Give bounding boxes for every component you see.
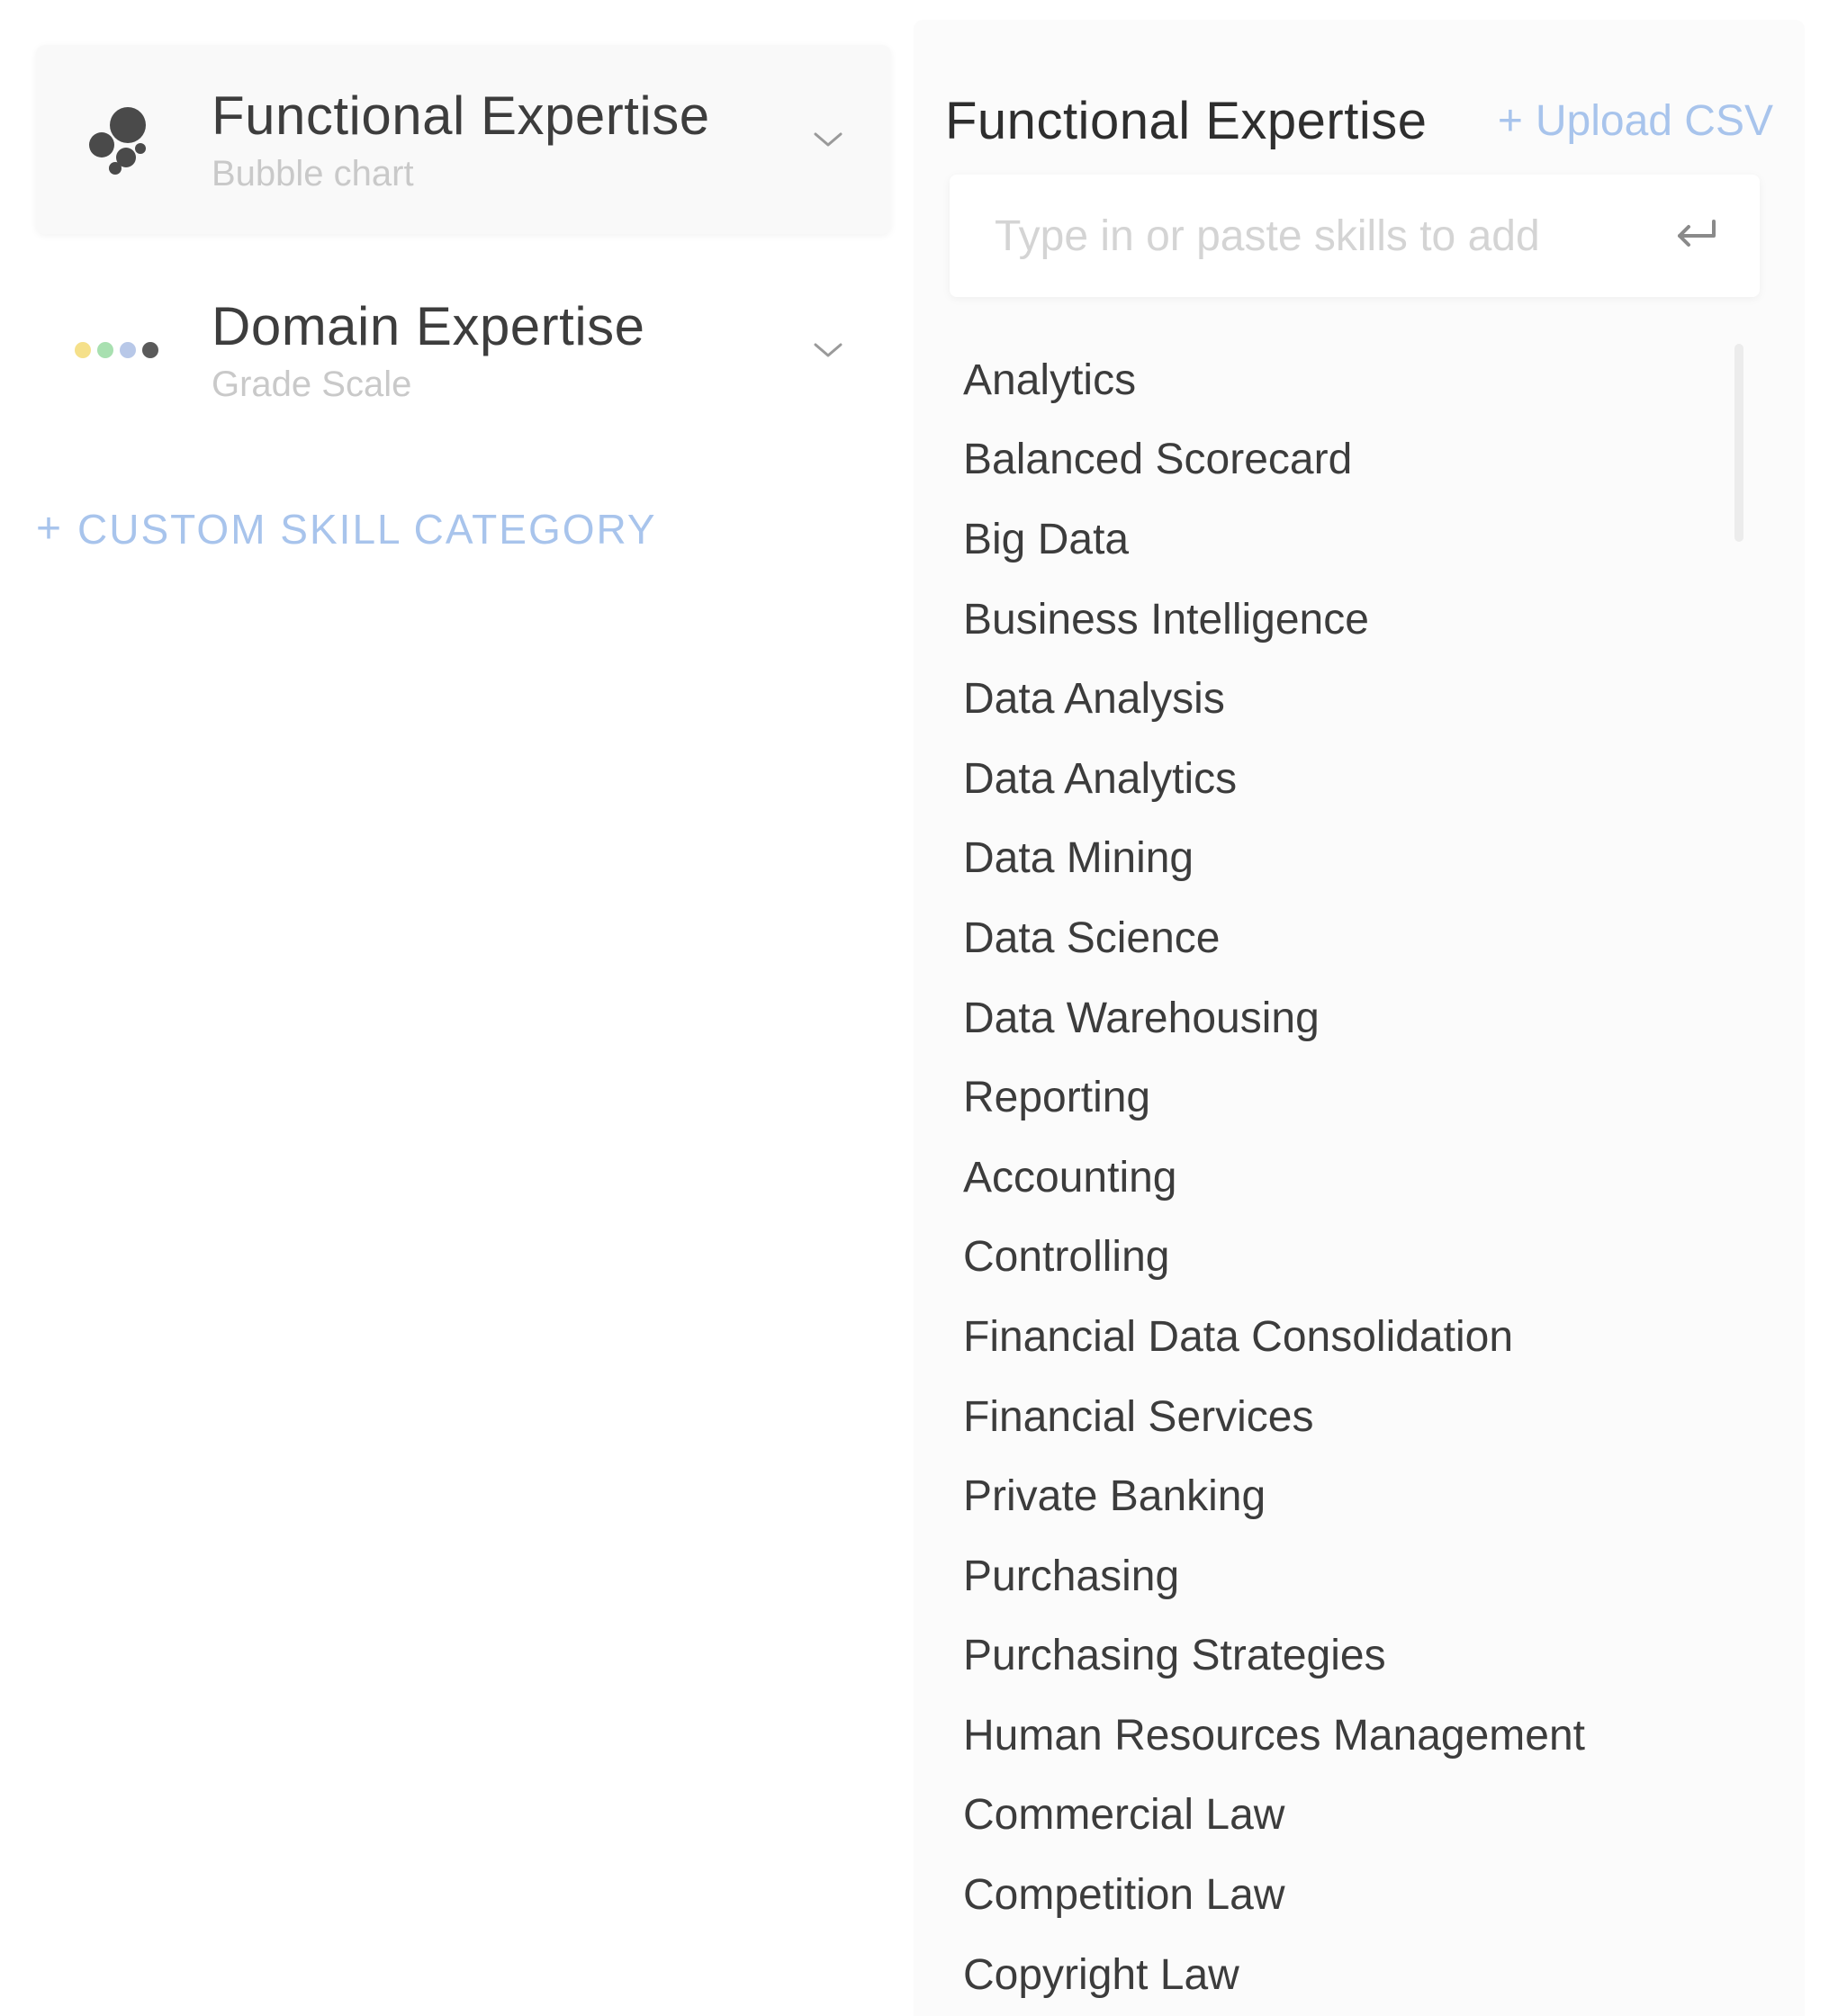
skill-item[interactable]: Purchasing xyxy=(963,1536,1737,1616)
skill-item[interactable]: Big Data xyxy=(963,500,1737,580)
upload-csv-link[interactable]: + Upload CSV xyxy=(1498,96,1773,146)
plus-icon: + xyxy=(1497,96,1523,145)
skill-input-box xyxy=(950,175,1760,297)
skill-item[interactable]: Data Analysis xyxy=(963,659,1737,739)
category-text: Functional Expertise Bubble chart xyxy=(212,85,801,194)
skill-item[interactable]: Data Warehousing xyxy=(963,978,1737,1058)
enter-icon[interactable] xyxy=(1664,204,1727,267)
category-card-domain-expertise[interactable]: Domain Expertise Grade Scale xyxy=(36,256,891,445)
skill-item[interactable]: Financial Services xyxy=(963,1377,1737,1457)
category-card-functional-expertise[interactable]: Functional Expertise Bubble chart xyxy=(36,45,891,234)
chevron-down-icon[interactable] xyxy=(801,112,855,166)
grade-scale-icon xyxy=(63,296,171,404)
skill-item[interactable]: Human Resources Management xyxy=(963,1696,1737,1776)
skill-item[interactable]: Balanced Scorecard xyxy=(963,420,1737,500)
skills-panel: Functional Expertise + Upload CSV Analyt… xyxy=(914,20,1805,2016)
category-title: Domain Expertise xyxy=(212,296,645,356)
skill-item[interactable]: Reporting xyxy=(963,1058,1737,1138)
skills-settings-page: Functional Expertise Bubble chart Domain xyxy=(0,0,1829,2016)
panel-title: Functional Expertise xyxy=(945,91,1428,150)
bubble-chart-icon xyxy=(63,86,171,194)
upload-csv-label: Upload CSV xyxy=(1535,96,1773,145)
skill-item[interactable]: Commercial Law xyxy=(963,1776,1737,1856)
skill-item[interactable]: Analytics xyxy=(963,340,1737,420)
skill-item[interactable]: Data Mining xyxy=(963,819,1737,899)
scale-dot-yellow xyxy=(75,342,91,358)
skill-item[interactable]: Data Science xyxy=(963,898,1737,978)
category-text: Domain Expertise Grade Scale xyxy=(212,295,801,405)
skill-item[interactable]: Purchasing Strategies xyxy=(963,1616,1737,1696)
category-subtitle: Grade Scale xyxy=(212,364,412,404)
skill-item[interactable]: Business Intelligence xyxy=(963,580,1737,660)
skill-item[interactable]: Competition Law xyxy=(963,1855,1737,1935)
category-title: Functional Expertise xyxy=(212,86,710,146)
skills-list: Analytics Balanced Scorecard Big Data Bu… xyxy=(963,340,1737,2014)
skill-item[interactable]: Private Banking xyxy=(963,1456,1737,1536)
skill-item[interactable]: Accounting xyxy=(963,1138,1737,1218)
chevron-down-icon[interactable] xyxy=(801,323,855,377)
skill-item[interactable]: Data Analytics xyxy=(963,739,1737,819)
add-custom-skill-category-button[interactable]: + CUSTOM SKILL CATEGORY xyxy=(36,504,891,554)
skill-item[interactable]: Financial Data Consolidation xyxy=(963,1297,1737,1377)
add-category-label: CUSTOM SKILL CATEGORY xyxy=(77,505,657,553)
skills-panel-header: Functional Expertise + Upload CSV xyxy=(945,67,1773,175)
scale-dot-dark xyxy=(142,342,158,358)
scale-dot-green xyxy=(97,342,113,358)
scale-dot-blue xyxy=(120,342,136,358)
plus-icon: + xyxy=(36,505,64,553)
category-subtitle: Bubble chart xyxy=(212,154,414,194)
skill-item[interactable]: Copyright Law xyxy=(963,1935,1737,2015)
category-list: Functional Expertise Bubble chart Domain xyxy=(36,45,891,554)
skill-input[interactable] xyxy=(995,175,1664,297)
skills-scrollbar[interactable] xyxy=(1734,344,1743,542)
skill-item[interactable]: Controlling xyxy=(963,1218,1737,1298)
